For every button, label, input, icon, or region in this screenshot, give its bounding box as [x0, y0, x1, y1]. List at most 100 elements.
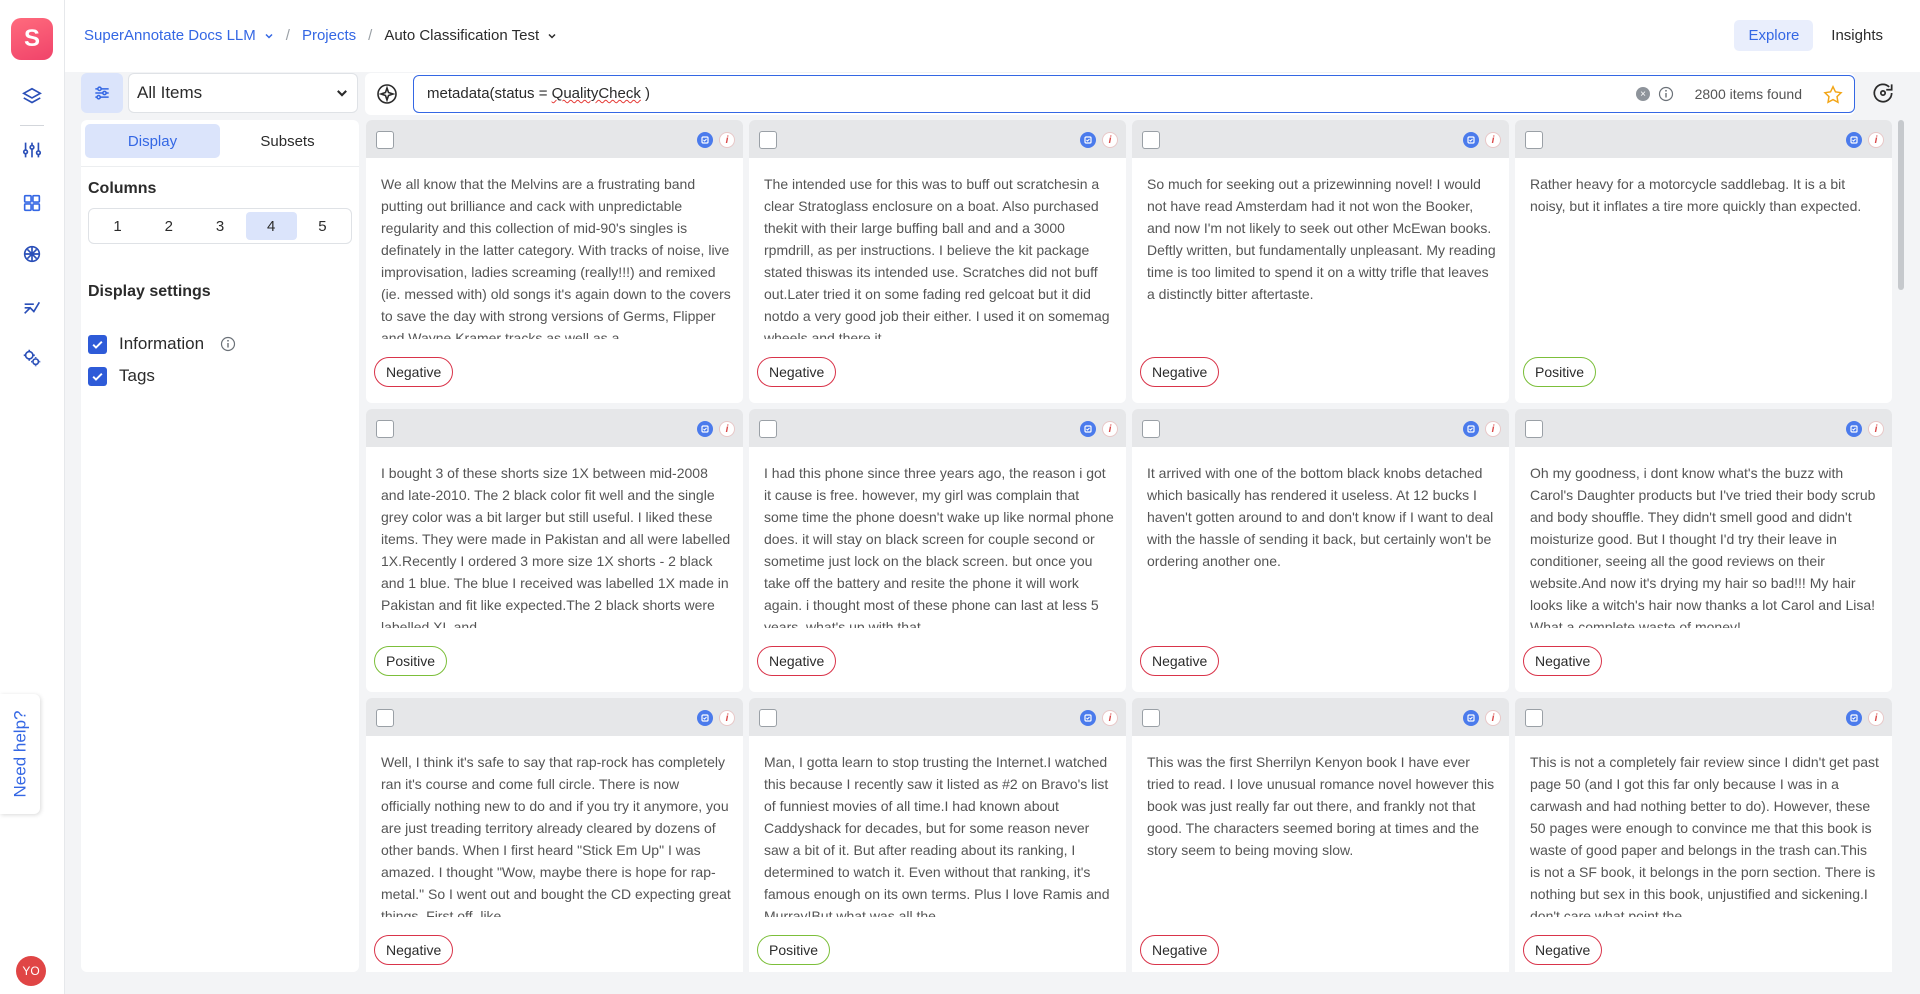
- item-card[interactable]: i Rather heavy for a motorcycle saddlebag…: [1515, 120, 1892, 403]
- sentiment-tag[interactable]: Negative: [1523, 935, 1603, 965]
- info-icon[interactable]: [220, 336, 236, 352]
- item-card[interactable]: i We all know that the Melvins are a frus…: [366, 120, 743, 403]
- annotation-status-icon[interactable]: [697, 421, 713, 437]
- filters-icon[interactable]: [20, 138, 44, 162]
- annotation-status-icon[interactable]: [1846, 421, 1862, 437]
- item-info-icon[interactable]: i: [1485, 421, 1501, 437]
- card-header: i: [366, 698, 743, 736]
- item-card[interactable]: i Oh my goodness, i dont know what's the …: [1515, 409, 1892, 692]
- filter-settings-button[interactable]: [81, 73, 123, 113]
- item-card[interactable]: i So much for seeking out a prizewinning …: [1132, 120, 1509, 403]
- annotation-status-icon[interactable]: [697, 132, 713, 148]
- item-card[interactable]: i This was the first Sherrilyn Kenyon boo…: [1132, 698, 1509, 972]
- item-card[interactable]: i I bought 3 of these shorts size 1X betw…: [366, 409, 743, 692]
- columns-option-1[interactable]: 1: [92, 212, 143, 240]
- sentiment-tag[interactable]: Positive: [374, 646, 448, 676]
- item-info-icon[interactable]: i: [1102, 710, 1118, 726]
- tab-subsets[interactable]: Subsets: [220, 124, 355, 158]
- annotation-status-icon[interactable]: [1080, 710, 1096, 726]
- item-select-checkbox[interactable]: [759, 131, 777, 149]
- card-header: i: [1515, 698, 1892, 736]
- tab-insights[interactable]: Insights: [1817, 20, 1897, 51]
- need-help-button[interactable]: Need help?: [0, 694, 40, 814]
- item-select-checkbox[interactable]: [376, 131, 394, 149]
- settings-gear-icon[interactable]: [20, 346, 44, 370]
- user-avatar[interactable]: YO: [16, 956, 46, 986]
- items-filter-dropdown[interactable]: All Items: [128, 73, 358, 113]
- annotation-status-icon[interactable]: [1463, 710, 1479, 726]
- item-select-checkbox[interactable]: [376, 420, 394, 438]
- item-info-icon[interactable]: i: [1868, 421, 1884, 437]
- tags-checkbox[interactable]: [88, 366, 107, 386]
- sentiment-tag[interactable]: Negative: [1140, 357, 1220, 387]
- ai-query-icon[interactable]: [375, 82, 399, 106]
- item-card[interactable]: i Man, I gotta learn to stop trusting the…: [749, 698, 1126, 972]
- annotation-status-icon[interactable]: [1463, 421, 1479, 437]
- item-info-icon[interactable]: i: [1868, 710, 1884, 726]
- information-checkbox[interactable]: [88, 334, 107, 354]
- sentiment-tag[interactable]: Negative: [1140, 935, 1220, 965]
- columns-option-3[interactable]: 3: [194, 212, 245, 240]
- item-info-icon[interactable]: i: [1485, 710, 1501, 726]
- chevron-down-icon[interactable]: [264, 31, 274, 41]
- item-text: Oh my goodness, i dont know what's the b…: [1530, 465, 1876, 628]
- columns-option-4[interactable]: 4: [245, 212, 297, 240]
- annotation-status-icon[interactable]: [1080, 421, 1096, 437]
- item-select-checkbox[interactable]: [1525, 420, 1543, 438]
- tab-display[interactable]: Display: [85, 124, 220, 158]
- pipeline-icon[interactable]: [20, 294, 44, 318]
- item-card[interactable]: i This is not a completely fair review si…: [1515, 698, 1892, 972]
- item-info-icon[interactable]: i: [719, 421, 735, 437]
- item-select-checkbox[interactable]: [759, 709, 777, 727]
- sentiment-tag[interactable]: Negative: [374, 935, 454, 965]
- explore-grid-icon[interactable]: [20, 191, 44, 215]
- chevron-down-icon[interactable]: [547, 31, 557, 41]
- item-select-checkbox[interactable]: [759, 420, 777, 438]
- item-select-checkbox[interactable]: [1142, 131, 1160, 149]
- item-info-icon[interactable]: i: [1102, 421, 1118, 437]
- sentiment-tag[interactable]: Negative: [757, 357, 837, 387]
- item-select-checkbox[interactable]: [1525, 709, 1543, 727]
- columns-option-2[interactable]: 2: [143, 212, 194, 240]
- annotation-status-icon[interactable]: [1846, 710, 1862, 726]
- scrollbar-thumb[interactable]: [1898, 120, 1904, 290]
- item-info-icon[interactable]: i: [1485, 132, 1501, 148]
- refresh-icon[interactable]: [1870, 80, 1898, 108]
- clear-query-icon[interactable]: ×: [1636, 87, 1650, 101]
- breadcrumb-project[interactable]: Auto Classification Test: [384, 27, 539, 44]
- item-text: We all know that the Melvins are a frust…: [381, 176, 731, 339]
- item-info-icon[interactable]: i: [719, 132, 735, 148]
- item-card[interactable]: i The intended use for this was to buff o…: [749, 120, 1126, 403]
- sentiment-tag[interactable]: Negative: [757, 646, 837, 676]
- annotation-status-icon[interactable]: [1080, 132, 1096, 148]
- item-info-icon[interactable]: i: [1102, 132, 1118, 148]
- item-card[interactable]: i It arrived with one of the bottom black…: [1132, 409, 1509, 692]
- item-select-checkbox[interactable]: [1142, 709, 1160, 727]
- grid-scrollbar[interactable]: [1897, 120, 1905, 972]
- annotation-status-icon[interactable]: [697, 710, 713, 726]
- info-icon[interactable]: [1658, 86, 1674, 102]
- item-select-checkbox[interactable]: [376, 709, 394, 727]
- breadcrumb-projects[interactable]: Projects: [302, 27, 356, 44]
- item-select-checkbox[interactable]: [1142, 420, 1160, 438]
- item-card[interactable]: i Well, I think it's safe to say that rap…: [366, 698, 743, 972]
- app-logo[interactable]: S: [11, 18, 53, 60]
- ai-brain-icon[interactable]: [20, 242, 44, 266]
- query-input[interactable]: metadata(status = QualityCheck ) × 2800 …: [413, 75, 1855, 113]
- layers-icon[interactable]: [20, 85, 44, 109]
- item-card[interactable]: i I had this phone since three years ago,…: [749, 409, 1126, 692]
- sentiment-tag[interactable]: Negative: [1523, 646, 1603, 676]
- sentiment-tag[interactable]: Negative: [1140, 646, 1220, 676]
- sentiment-tag[interactable]: Negative: [374, 357, 454, 387]
- item-info-icon[interactable]: i: [719, 710, 735, 726]
- star-icon[interactable]: [1822, 84, 1844, 106]
- item-select-checkbox[interactable]: [1525, 131, 1543, 149]
- sentiment-tag[interactable]: Positive: [1523, 357, 1597, 387]
- sentiment-tag[interactable]: Positive: [757, 935, 831, 965]
- item-info-icon[interactable]: i: [1868, 132, 1884, 148]
- tab-explore[interactable]: Explore: [1734, 20, 1814, 51]
- columns-option-5[interactable]: 5: [297, 212, 348, 240]
- annotation-status-icon[interactable]: [1463, 132, 1479, 148]
- breadcrumb-team[interactable]: SuperAnnotate Docs LLM: [84, 27, 256, 44]
- annotation-status-icon[interactable]: [1846, 132, 1862, 148]
